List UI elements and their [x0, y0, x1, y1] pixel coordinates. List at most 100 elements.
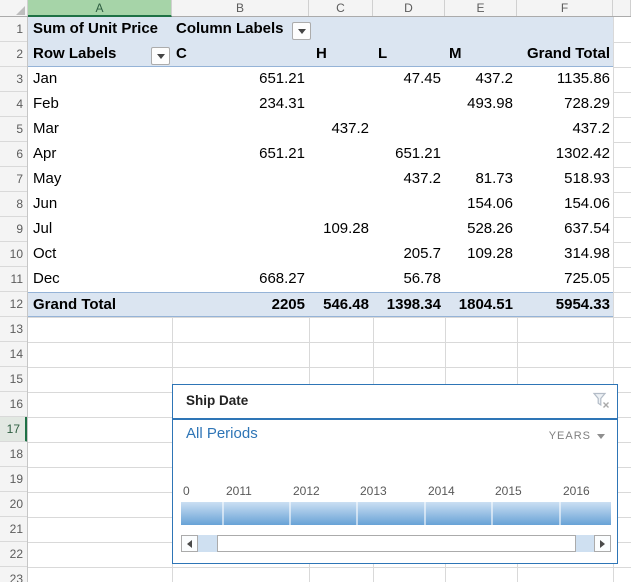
timeline-scrollbar [181, 535, 611, 552]
pivot-row-label[interactable]: Jun [33, 192, 57, 217]
pivot-cell[interactable]: 56.78 [373, 267, 441, 292]
pivot-cell[interactable]: 234.31 [172, 92, 305, 117]
row-header-22[interactable]: 22 [0, 542, 28, 567]
scroll-right-button[interactable] [594, 535, 611, 552]
pivot-cell[interactable]: 154.06 [445, 192, 513, 217]
pivot-cell[interactable]: 1398.34 [373, 293, 441, 318]
pivot-cell[interactable]: 1302.42 [517, 142, 610, 167]
pivot-cell[interactable]: 528.26 [445, 217, 513, 242]
pivot-row: Feb 234.31 493.98728.29 [28, 92, 613, 117]
pivot-cell[interactable]: 651.21 [172, 67, 305, 92]
row-header-13[interactable]: 13 [0, 317, 28, 342]
pivot-cell[interactable]: 728.29 [517, 92, 610, 117]
excel-worksheet: Sum of Unit Price Column Labels Row Labe… [0, 0, 631, 582]
row-header-20[interactable]: 20 [0, 492, 28, 517]
row-header-14[interactable]: 14 [0, 342, 28, 367]
timeline-bar[interactable] [181, 502, 611, 525]
scrollbar-thumb[interactable] [217, 535, 576, 552]
pivot-cell[interactable]: 493.98 [445, 92, 513, 117]
row-header-8[interactable]: 8 [0, 192, 28, 217]
pivot-cell[interactable]: 47.45 [373, 67, 441, 92]
row-header-9[interactable]: 9 [0, 217, 28, 242]
row-header-17[interactable]: 17 [0, 417, 28, 442]
column-header-partial[interactable] [613, 0, 631, 16]
pivot-cell[interactable]: 668.27 [172, 267, 305, 292]
pivot-col-header-c[interactable]: C [176, 42, 187, 67]
row-header-15[interactable]: 15 [0, 367, 28, 392]
row-header-16[interactable]: 16 [0, 392, 28, 417]
timeline-segment[interactable] [561, 502, 611, 525]
pivot-col-header-h[interactable]: H [316, 42, 327, 67]
clear-filter-button[interactable] [590, 389, 612, 411]
pivot-row-label[interactable]: Grand Total [33, 293, 116, 318]
pivot-row-label[interactable]: Feb [33, 92, 59, 117]
column-header-d[interactable]: D [373, 0, 445, 16]
pivot-row-label[interactable]: Mar [33, 117, 59, 142]
row-header-4[interactable]: 4 [0, 92, 28, 117]
pivot-cell[interactable]: 109.28 [309, 217, 369, 242]
row-header-1[interactable]: 1 [0, 17, 28, 42]
pivot-title-cell[interactable]: Sum of Unit Price [33, 17, 158, 42]
slicer-title: Ship Date [186, 393, 248, 408]
column-header-b[interactable]: B [172, 0, 309, 16]
pivot-row-label[interactable]: Apr [33, 142, 56, 167]
column-header-e[interactable]: E [445, 0, 517, 16]
pivot-cell[interactable]: 154.06 [517, 192, 610, 217]
column-header-a[interactable]: A [28, 0, 172, 17]
pivot-row-label[interactable]: Oct [33, 242, 56, 267]
timeline-segment[interactable] [224, 502, 291, 525]
pivot-cell[interactable]: 81.73 [445, 167, 513, 192]
timeline-segment[interactable] [493, 502, 561, 525]
pivot-cell[interactable]: 1135.86 [517, 67, 610, 92]
pivot-cell[interactable]: 637.54 [517, 217, 610, 242]
row-header-5[interactable]: 5 [0, 117, 28, 142]
pivot-col-header-l[interactable]: L [378, 42, 387, 67]
timeline-segment[interactable] [181, 502, 224, 525]
pivot-cell[interactable]: 314.98 [517, 242, 610, 267]
pivot-row-label[interactable]: Jul [33, 217, 52, 242]
pivot-cell[interactable]: 518.93 [517, 167, 610, 192]
pivot-cell[interactable]: 725.05 [517, 267, 610, 292]
pivot-cell[interactable]: 651.21 [172, 142, 305, 167]
pivot-cell[interactable]: 437.2 [445, 67, 513, 92]
pivot-cell[interactable]: 5954.33 [517, 293, 610, 318]
pivot-cell[interactable]: 651.21 [373, 142, 441, 167]
pivot-cell[interactable]: 205.7 [373, 242, 441, 267]
row-header-10[interactable]: 10 [0, 242, 28, 267]
pivot-cell[interactable]: 109.28 [445, 242, 513, 267]
row-header-21[interactable]: 21 [0, 517, 28, 542]
pivot-col-header-grand-total[interactable]: Grand Total [517, 42, 610, 67]
pivot-row-label[interactable]: Dec [33, 267, 60, 292]
timeline-segment[interactable] [358, 502, 426, 525]
pivot-column-labels-cell[interactable]: Column Labels [176, 17, 284, 42]
pivot-cell[interactable]: 437.2 [309, 117, 369, 142]
column-header-f[interactable]: F [517, 0, 613, 16]
timeline-segment[interactable] [291, 502, 358, 525]
pivot-cell[interactable]: 546.48 [309, 293, 369, 318]
timeline-segment[interactable] [426, 502, 493, 525]
row-header-12[interactable]: 12 [0, 292, 28, 317]
pivot-header-row-2: Row Labels C H L M Grand Total [28, 42, 613, 67]
row-header-6[interactable]: 6 [0, 142, 28, 167]
pivot-row-labels-cell[interactable]: Row Labels [33, 42, 116, 67]
pivot-col-header-m[interactable]: M [449, 42, 462, 67]
row-header-18[interactable]: 18 [0, 442, 28, 467]
pivot-cell[interactable]: 437.2 [373, 167, 441, 192]
scroll-left-button[interactable] [181, 535, 198, 552]
row-header-2[interactable]: 2 [0, 42, 28, 67]
row-header-3[interactable]: 3 [0, 67, 28, 92]
column-header-c[interactable]: C [309, 0, 373, 16]
column-labels-filter-button[interactable] [292, 22, 311, 40]
row-header-7[interactable]: 7 [0, 167, 28, 192]
pivot-row-label[interactable]: Jan [33, 67, 57, 92]
row-labels-filter-button[interactable] [151, 47, 170, 65]
pivot-row-label[interactable]: May [33, 167, 61, 192]
row-header-19[interactable]: 19 [0, 467, 28, 492]
select-all-corner[interactable] [0, 0, 28, 16]
pivot-cell[interactable]: 437.2 [517, 117, 610, 142]
row-header-11[interactable]: 11 [0, 267, 28, 292]
pivot-cell[interactable]: 1804.51 [445, 293, 513, 318]
pivot-cell[interactable]: 2205 [172, 293, 305, 318]
time-level-dropdown[interactable]: YEARS [549, 430, 605, 442]
row-header-23[interactable]: 23 [0, 567, 28, 582]
